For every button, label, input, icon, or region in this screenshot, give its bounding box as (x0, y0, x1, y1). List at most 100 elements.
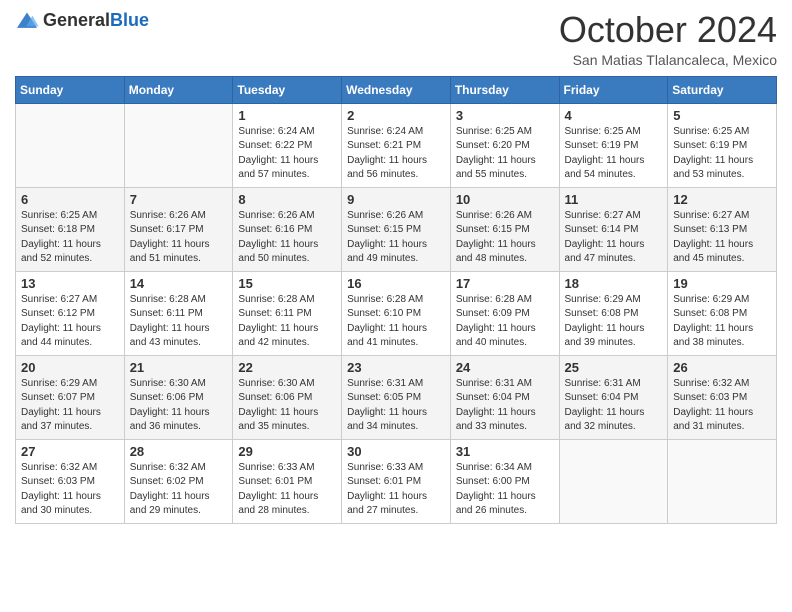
day-info: Sunrise: 6:25 AM Sunset: 6:18 PM Dayligh… (21, 209, 119, 267)
day-number: 27 (21, 444, 119, 459)
day-cell: 12 Sunrise: 6:27 AM Sunset: 6:13 PM Dayli… (668, 187, 777, 271)
col-header-thursday: Thursday (450, 76, 559, 103)
day-cell (16, 103, 125, 187)
header-row: SundayMondayTuesdayWednesdayThursdayFrid… (16, 76, 777, 103)
day-cell: 30 Sunrise: 6:33 AM Sunset: 6:01 PM Dayli… (342, 439, 451, 523)
day-info: Sunrise: 6:25 AM Sunset: 6:19 PM Dayligh… (673, 125, 771, 183)
day-cell: 29Sunrise: 6:33 AM Sunset: 6:01 PM Dayli… (233, 439, 342, 523)
day-number: 3 (456, 108, 554, 123)
day-info: Sunrise: 6:24 AM Sunset: 6:21 PM Dayligh… (347, 125, 445, 183)
day-number: 10 (456, 192, 554, 207)
day-number: 21 (130, 360, 228, 375)
day-cell: 1 Sunrise: 6:24 AM Sunset: 6:22 PM Daylig… (233, 103, 342, 187)
day-cell: 26Sunrise: 6:32 AM Sunset: 6:03 PM Dayli… (668, 355, 777, 439)
location-subtitle: San Matias Tlalancaleca, Mexico (559, 52, 777, 68)
day-info: Sunrise: 6:26 AM Sunset: 6:17 PM Dayligh… (130, 209, 228, 267)
logo: GeneralBlue (15, 10, 149, 31)
logo-blue: Blue (110, 10, 149, 30)
week-row-3: 20 Sunrise: 6:29 AM Sunset: 6:07 PM Dayli… (16, 355, 777, 439)
day-info: Sunrise: 6:33 AM Sunset: 6:01 PM Dayligh… (238, 461, 336, 519)
day-number: 25 (565, 360, 663, 375)
day-number: 8 (238, 192, 336, 207)
day-info: Sunrise: 6:26 AM Sunset: 6:16 PM Dayligh… (238, 209, 336, 267)
day-info: Sunrise: 6:24 AM Sunset: 6:22 PM Dayligh… (238, 125, 336, 183)
day-cell: 11 Sunrise: 6:27 AM Sunset: 6:14 PM Dayli… (559, 187, 668, 271)
day-cell: 5 Sunrise: 6:25 AM Sunset: 6:19 PM Daylig… (668, 103, 777, 187)
col-header-wednesday: Wednesday (342, 76, 451, 103)
day-number: 28 (130, 444, 228, 459)
day-cell: 14Sunrise: 6:28 AM Sunset: 6:11 PM Dayli… (124, 271, 233, 355)
day-cell: 3 Sunrise: 6:25 AM Sunset: 6:20 PM Daylig… (450, 103, 559, 187)
day-cell: 7 Sunrise: 6:26 AM Sunset: 6:17 PM Daylig… (124, 187, 233, 271)
day-info: Sunrise: 6:28 AM Sunset: 6:11 PM Dayligh… (238, 293, 336, 351)
logo-icon (15, 11, 39, 31)
day-number: 23 (347, 360, 445, 375)
day-number: 22 (238, 360, 336, 375)
day-info: Sunrise: 6:26 AM Sunset: 6:15 PM Dayligh… (456, 209, 554, 267)
day-number: 6 (21, 192, 119, 207)
day-info: Sunrise: 6:28 AM Sunset: 6:11 PM Dayligh… (130, 293, 228, 351)
day-number: 12 (673, 192, 771, 207)
day-info: Sunrise: 6:32 AM Sunset: 6:03 PM Dayligh… (673, 377, 771, 435)
day-info: Sunrise: 6:25 AM Sunset: 6:20 PM Dayligh… (456, 125, 554, 183)
day-number: 9 (347, 192, 445, 207)
day-info: Sunrise: 6:29 AM Sunset: 6:08 PM Dayligh… (565, 293, 663, 351)
day-number: 5 (673, 108, 771, 123)
day-cell: 27 Sunrise: 6:32 AM Sunset: 6:03 PM Dayli… (16, 439, 125, 523)
day-number: 20 (21, 360, 119, 375)
col-header-saturday: Saturday (668, 76, 777, 103)
week-row-1: 6 Sunrise: 6:25 AM Sunset: 6:18 PM Daylig… (16, 187, 777, 271)
logo-general: General (43, 10, 110, 30)
day-info: Sunrise: 6:29 AM Sunset: 6:08 PM Dayligh… (673, 293, 771, 351)
day-number: 13 (21, 276, 119, 291)
day-cell: 20 Sunrise: 6:29 AM Sunset: 6:07 PM Dayli… (16, 355, 125, 439)
day-info: Sunrise: 6:27 AM Sunset: 6:13 PM Dayligh… (673, 209, 771, 267)
day-cell: 13 Sunrise: 6:27 AM Sunset: 6:12 PM Dayli… (16, 271, 125, 355)
day-number: 15 (238, 276, 336, 291)
day-number: 7 (130, 192, 228, 207)
day-info: Sunrise: 6:29 AM Sunset: 6:07 PM Dayligh… (21, 377, 119, 435)
day-info: Sunrise: 6:30 AM Sunset: 6:06 PM Dayligh… (238, 377, 336, 435)
day-number: 1 (238, 108, 336, 123)
day-number: 2 (347, 108, 445, 123)
page: GeneralBlue October 2024 San Matias Tlal… (0, 0, 792, 539)
day-cell: 18 Sunrise: 6:29 AM Sunset: 6:08 PM Dayli… (559, 271, 668, 355)
day-info: Sunrise: 6:30 AM Sunset: 6:06 PM Dayligh… (130, 377, 228, 435)
day-cell: 28 Sunrise: 6:32 AM Sunset: 6:02 PM Dayli… (124, 439, 233, 523)
day-cell (668, 439, 777, 523)
day-info: Sunrise: 6:26 AM Sunset: 6:15 PM Dayligh… (347, 209, 445, 267)
day-info: Sunrise: 6:33 AM Sunset: 6:01 PM Dayligh… (347, 461, 445, 519)
day-info: Sunrise: 6:31 AM Sunset: 6:04 PM Dayligh… (565, 377, 663, 435)
day-info: Sunrise: 6:31 AM Sunset: 6:04 PM Dayligh… (456, 377, 554, 435)
day-cell: 17 Sunrise: 6:28 AM Sunset: 6:09 PM Dayli… (450, 271, 559, 355)
day-number: 30 (347, 444, 445, 459)
day-cell: 15 Sunrise: 6:28 AM Sunset: 6:11 PM Dayli… (233, 271, 342, 355)
day-cell: 8 Sunrise: 6:26 AM Sunset: 6:16 PM Daylig… (233, 187, 342, 271)
day-number: 19 (673, 276, 771, 291)
day-info: Sunrise: 6:32 AM Sunset: 6:02 PM Dayligh… (130, 461, 228, 519)
day-info: Sunrise: 6:28 AM Sunset: 6:10 PM Dayligh… (347, 293, 445, 351)
day-number: 24 (456, 360, 554, 375)
header: GeneralBlue October 2024 San Matias Tlal… (15, 10, 777, 68)
day-cell: 22 Sunrise: 6:30 AM Sunset: 6:06 PM Dayli… (233, 355, 342, 439)
week-row-4: 27 Sunrise: 6:32 AM Sunset: 6:03 PM Dayli… (16, 439, 777, 523)
week-row-0: 1 Sunrise: 6:24 AM Sunset: 6:22 PM Daylig… (16, 103, 777, 187)
day-cell: 2 Sunrise: 6:24 AM Sunset: 6:21 PM Daylig… (342, 103, 451, 187)
day-cell: 4Sunrise: 6:25 AM Sunset: 6:19 PM Daylig… (559, 103, 668, 187)
col-header-tuesday: Tuesday (233, 76, 342, 103)
day-cell: 25 Sunrise: 6:31 AM Sunset: 6:04 PM Dayli… (559, 355, 668, 439)
day-number: 16 (347, 276, 445, 291)
day-cell: 23Sunrise: 6:31 AM Sunset: 6:05 PM Dayli… (342, 355, 451, 439)
day-number: 11 (565, 192, 663, 207)
day-number: 17 (456, 276, 554, 291)
calendar-table: SundayMondayTuesdayWednesdayThursdayFrid… (15, 76, 777, 524)
day-info: Sunrise: 6:34 AM Sunset: 6:00 PM Dayligh… (456, 461, 554, 519)
day-info: Sunrise: 6:27 AM Sunset: 6:12 PM Dayligh… (21, 293, 119, 351)
week-row-2: 13 Sunrise: 6:27 AM Sunset: 6:12 PM Dayli… (16, 271, 777, 355)
day-cell: 21 Sunrise: 6:30 AM Sunset: 6:06 PM Dayli… (124, 355, 233, 439)
day-info: Sunrise: 6:27 AM Sunset: 6:14 PM Dayligh… (565, 209, 663, 267)
day-info: Sunrise: 6:32 AM Sunset: 6:03 PM Dayligh… (21, 461, 119, 519)
day-info: Sunrise: 6:28 AM Sunset: 6:09 PM Dayligh… (456, 293, 554, 351)
day-cell (559, 439, 668, 523)
day-number: 18 (565, 276, 663, 291)
